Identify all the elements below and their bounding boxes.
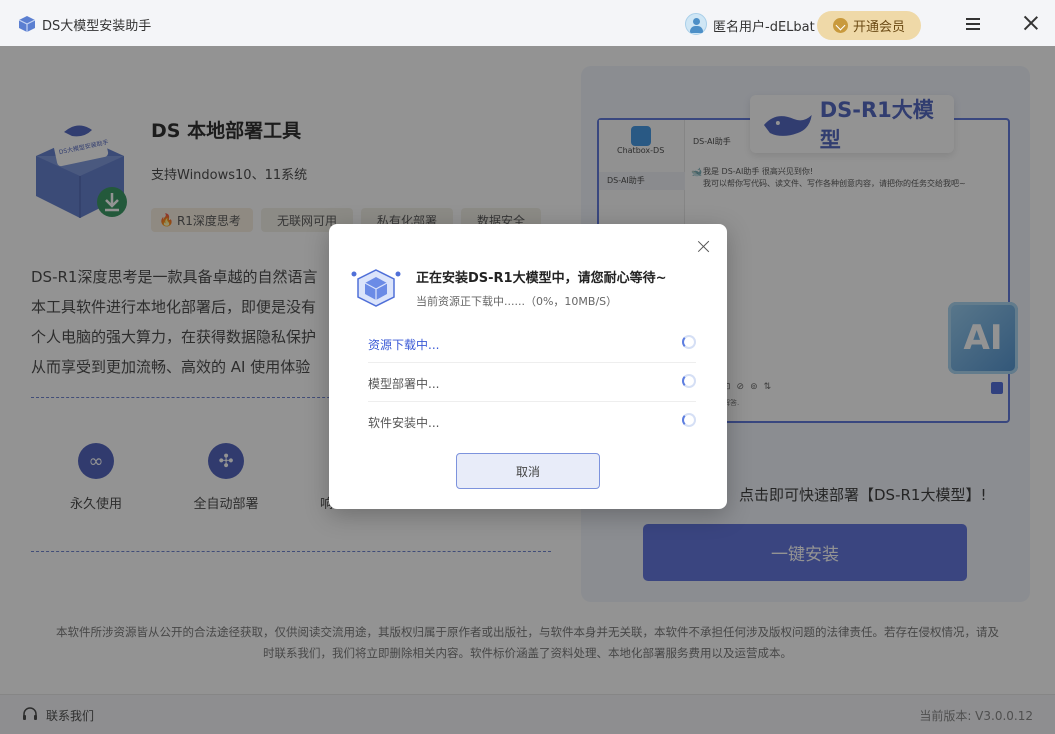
step-deploy: 模型部署中... [368,363,696,402]
step-label: 软件安装中... [368,416,440,430]
download-status: 当前资源正下载中......（0%，10MB/S） [416,295,618,308]
step-label: 资源下载中... [368,338,440,352]
title-bar: DS大模型安装助手 匿名用户-dELbat 开通会员 [0,0,1055,46]
user-avatar-icon[interactable] [685,13,707,35]
vip-button-label: 开通会员 [852,20,905,35]
loading-spinner-icon [682,374,696,388]
app-logo-icon [18,16,36,32]
menu-icon[interactable] [966,18,980,30]
vip-diamond-icon [832,18,848,33]
step-install: 软件安装中... [368,402,696,441]
step-label: 模型部署中... [368,377,440,391]
window-close-icon[interactable] [1024,16,1038,30]
install-progress-dialog: 正在安装DS-R1大模型中，请您耐心等待~ 当前资源正下载中......（0%，… [329,224,727,509]
install-cube-icon [351,269,401,307]
user-name[interactable]: 匿名用户-dELbat [713,16,815,35]
vip-button[interactable]: 开通会员 [817,11,921,40]
dialog-title: 正在安装DS-R1大模型中，请您耐心等待~ [416,271,667,286]
loading-spinner-icon [682,413,696,427]
step-download: 资源下载中... [368,324,696,363]
dialog-close-icon[interactable] [697,240,710,253]
app-title: DS大模型安装助手 [42,19,152,34]
cancel-button[interactable]: 取消 [456,453,600,489]
loading-spinner-icon [682,335,696,349]
